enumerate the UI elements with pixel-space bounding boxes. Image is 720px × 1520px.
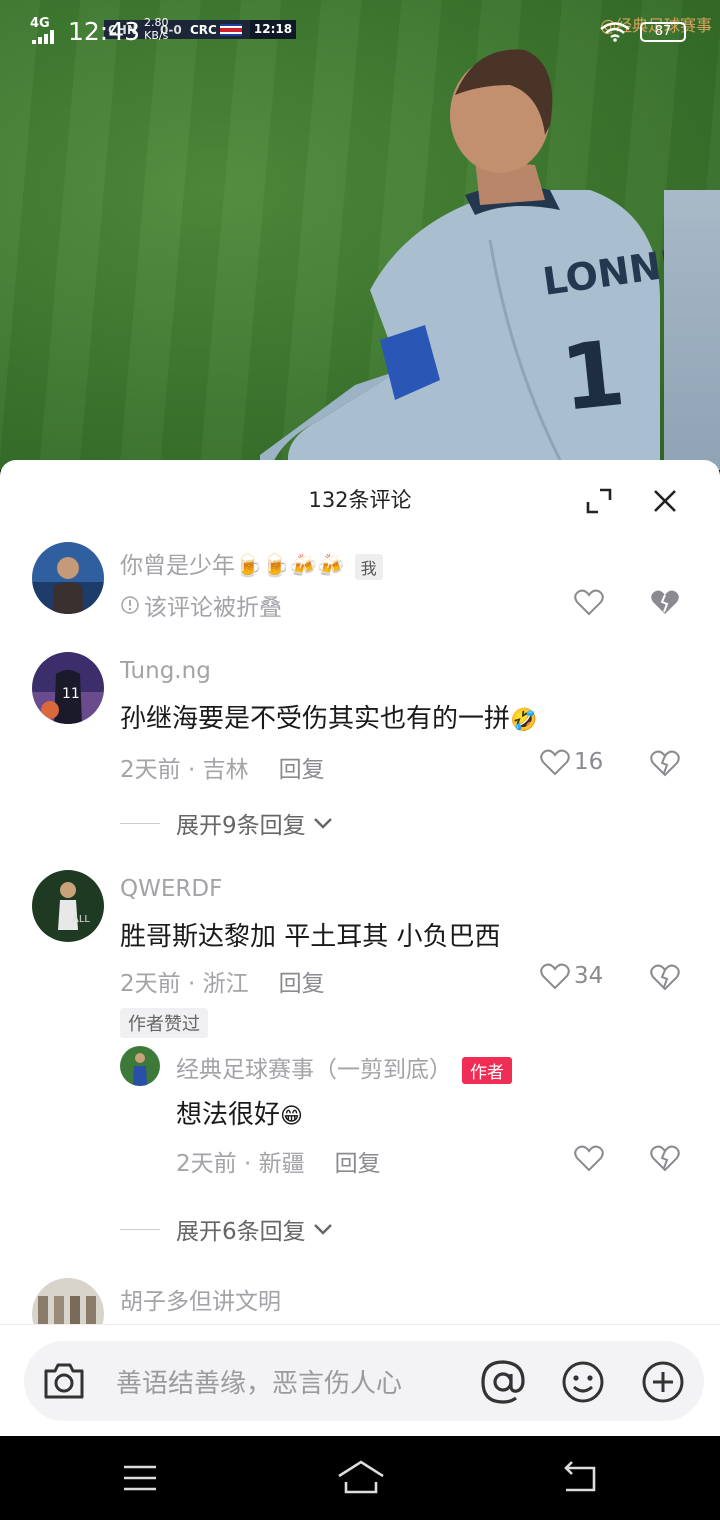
mention-icon[interactable] <box>480 1359 526 1405</box>
comment-text: 孙继海要是不受伤其实也有的一拼🤣 <box>120 704 538 734</box>
status-bar: 4G CHN 0-0 CRC 12:18 12:43 2.80 KB/s @经典… <box>0 0 720 64</box>
like-button[interactable] <box>574 1144 604 1172</box>
comment-input-bar: 善语结善缘，恶言伤人心 <box>0 1324 720 1436</box>
add-icon[interactable] <box>641 1360 685 1404</box>
heart-icon <box>574 1145 604 1172</box>
comment-meta: 2天前 · 吉林 回复 <box>120 757 325 783</box>
dislike-icon[interactable] <box>650 588 680 616</box>
reply-text: 想法很好😁 <box>176 1100 303 1130</box>
chevron-down-icon <box>313 1224 332 1235</box>
signal-icon <box>32 30 58 44</box>
comment-username: 你曾是少年🍺🍺🍻🍻 我 <box>120 546 383 580</box>
close-icon[interactable] <box>650 486 680 516</box>
screen: LONNIS 1 4G CHN 0-0 CRC 12:18 12:43 2.80… <box>0 0 720 1520</box>
expand-replies-button[interactable]: 展开6条回复 <box>120 1212 334 1246</box>
self-tag: 我 <box>354 553 383 580</box>
wifi-icon <box>600 22 630 42</box>
expand-icon[interactable] <box>584 486 614 516</box>
system-nav-bar <box>0 1436 720 1520</box>
comment-username[interactable]: Tung.ng <box>120 658 211 684</box>
like-count: 16 <box>574 749 604 775</box>
heart-icon <box>540 963 570 990</box>
team-away: CRC <box>190 22 217 37</box>
back-icon[interactable] <box>560 1458 600 1498</box>
comment-input-placeholder[interactable]: 善语结善缘，恶言伤人心 <box>116 1363 402 1400</box>
comment-username[interactable]: 胡子多但讲文明 <box>120 1282 281 1316</box>
svg-text:11: 11 <box>62 686 80 702</box>
flag-icon <box>220 23 242 36</box>
like-button[interactable] <box>574 588 604 616</box>
reply-button[interactable]: 回复 <box>335 1151 381 1177</box>
chevron-down-icon <box>313 818 332 829</box>
comment-username[interactable]: QWERDF <box>120 876 222 902</box>
menu-icon[interactable] <box>122 1464 158 1492</box>
dislike-icon[interactable] <box>650 1144 680 1172</box>
dislike-icon[interactable] <box>650 749 680 777</box>
like-button[interactable]: 16 <box>540 748 603 776</box>
video-player[interactable]: LONNIS 1 <box>0 0 720 470</box>
battery-icon: 87 <box>640 22 686 42</box>
like-count: 34 <box>574 963 604 989</box>
avatar[interactable]: ALL <box>32 870 104 942</box>
match-time: 12:18 <box>250 20 296 39</box>
heart-icon <box>540 749 570 776</box>
jersey-number: 1 <box>556 321 629 432</box>
author-liked-badge: 作者赞过 <box>120 1008 208 1038</box>
camera-icon[interactable] <box>42 1361 86 1401</box>
heart-icon <box>574 589 604 616</box>
svg-text:ALL: ALL <box>72 914 90 925</box>
reply-button[interactable]: 回复 <box>279 971 325 997</box>
like-button[interactable]: 34 <box>540 962 603 990</box>
home-icon[interactable] <box>336 1458 386 1498</box>
reply-avatar[interactable] <box>120 1046 160 1086</box>
folded-notice: 该评论被折叠 <box>120 588 282 622</box>
network-type: 4G <box>30 16 50 31</box>
background-player <box>664 190 720 470</box>
clock: 12:43 <box>68 17 141 46</box>
author-tag: 作者 <box>462 1057 512 1084</box>
avatar[interactable] <box>32 542 104 614</box>
reply-username: 经典足球赛事（一剪到底） 作者 <box>176 1050 512 1084</box>
dislike-icon[interactable] <box>650 963 680 991</box>
avatar[interactable]: 11 <box>32 652 104 724</box>
comments-sheet: 132条评论 你曾是少年🍺🍺🍻🍻 我 该评论被折叠 11 Tung.ng 孙继海… <box>0 460 720 1436</box>
reply-meta: 2天前 · 新疆 回复 <box>176 1151 381 1177</box>
info-icon <box>121 596 139 614</box>
net-speed: 2.80 KB/s <box>144 16 169 42</box>
comment-meta: 2天前 · 浙江 回复 <box>120 971 325 997</box>
player-image: LONNIS 1 <box>260 49 705 470</box>
reply-button[interactable]: 回复 <box>279 757 325 783</box>
expand-replies-button[interactable]: 展开9条回复 <box>120 806 334 840</box>
emoji-icon[interactable] <box>561 1360 605 1404</box>
comment-text: 胜哥斯达黎加 平土耳其 小负巴西 <box>120 922 501 952</box>
